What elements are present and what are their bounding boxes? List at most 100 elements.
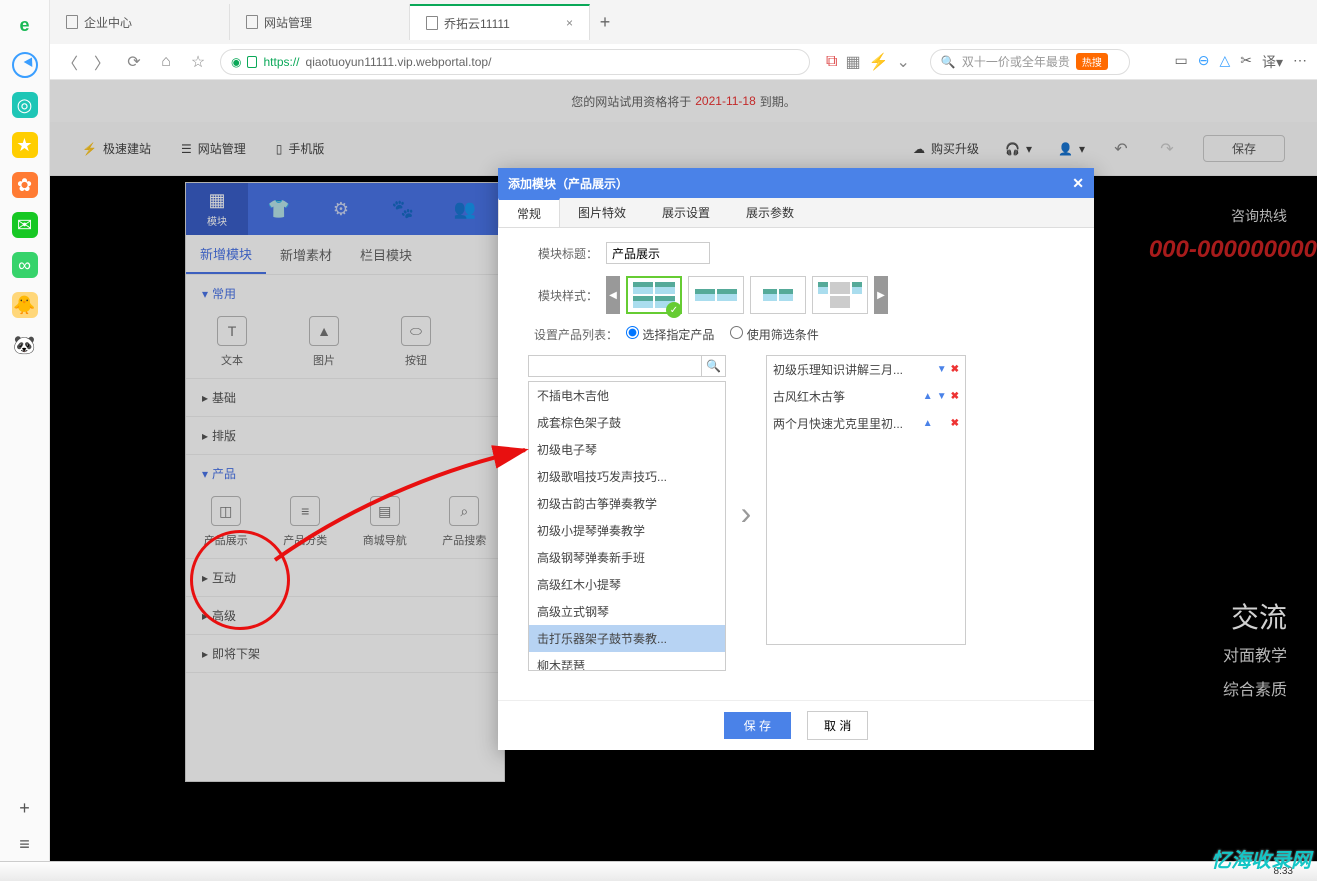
sidebar-add-icon[interactable]: +	[12, 795, 38, 821]
favorite-button[interactable]: ☆	[188, 52, 208, 72]
list-item[interactable]: 不插电木吉他	[529, 382, 725, 409]
sidebar-app-icon-4[interactable]: 🐼	[12, 332, 38, 358]
address-bar-row: 〈 〉 ⟳ ⌂ ☆ ◉ https:// qiaotuoyun11111.vip.…	[50, 44, 1317, 80]
product-search-button[interactable]: 🔍	[701, 356, 725, 376]
bolt-icon[interactable]: ⚡	[869, 52, 889, 72]
dialog-cancel-button[interactable]: 取 消	[807, 711, 868, 740]
mover-column: ›	[726, 355, 766, 671]
dialog-body: 模块标题： 模块样式： ◀ ✓ ▶ 设置产品列表： 选择指定产品 使用筛选条件	[498, 228, 1094, 700]
toolbar-icons: ▭ ⊖ △ ✂ 译▾ ⋯	[1174, 52, 1307, 72]
list-item[interactable]: 初级电子琴	[529, 436, 725, 463]
list-item[interactable]: 高级立式钢琴	[529, 598, 725, 625]
tab-label: 乔拓云11111	[444, 15, 510, 32]
lock-icon	[247, 56, 257, 68]
scissors-icon[interactable]: ✂	[1240, 52, 1252, 72]
dropdown-icon[interactable]: ⌄	[896, 52, 909, 72]
dialog-title: 添加模块（产品展示）	[508, 175, 628, 192]
reload-button[interactable]: ⟳	[124, 52, 144, 72]
move-right-button[interactable]: ›	[741, 495, 752, 532]
address-input[interactable]: ◉ https:// qiaotuoyun11111.vip.webportal.…	[220, 49, 810, 75]
list-item[interactable]: 初级小提琴弹奏教学	[529, 517, 725, 544]
list-item[interactable]: 高级红木小提琴	[529, 571, 725, 598]
sidebar-app-icon-1[interactable]: ◎	[12, 92, 38, 118]
doc-icon	[426, 16, 438, 30]
book-icon[interactable]: ▭	[1174, 52, 1187, 72]
qr-icon[interactable]: ▦	[845, 52, 860, 72]
star-icon[interactable]: ★	[12, 132, 38, 158]
move-down-icon[interactable]: ▼	[937, 391, 947, 402]
label-module-style: 模块样式：	[528, 287, 598, 304]
doc-icon	[246, 15, 258, 29]
dialog-header: 添加模块（产品展示） ✕	[498, 168, 1094, 198]
url-path: qiaotuoyun11111.vip.webportal.top/	[306, 55, 492, 69]
hot-badge: 热搜	[1076, 53, 1108, 70]
available-products-list[interactable]: 不插电木吉他成套棕色架子鼓初级电子琴初级歌唱技巧发声技巧...初级古韵古筝弹奏教…	[528, 381, 726, 671]
more-icon[interactable]: ⋯	[1293, 52, 1307, 72]
list-item[interactable]: 初级乐理知识讲解三月... ▼ ✖	[767, 356, 965, 383]
dialog-tab-effects[interactable]: 图片特效	[560, 198, 644, 227]
sidebar-app-icon-3[interactable]: 🐥	[12, 292, 38, 318]
style-option-4[interactable]	[812, 276, 868, 314]
style-option-1[interactable]: ✓	[626, 276, 682, 314]
list-item[interactable]: 高级钢琴弹奏新手班	[529, 544, 725, 571]
translate-icon[interactable]: 译▾	[1262, 52, 1283, 72]
browser-tab-3[interactable]: 乔拓云11111 ×	[410, 4, 590, 40]
watermark: 忆海收录网	[1211, 844, 1311, 873]
radio-filter[interactable]: 使用筛选条件	[730, 326, 818, 343]
list-item[interactable]: 初级古韵古筝弹奏教学	[529, 490, 725, 517]
compass-icon[interactable]	[12, 52, 38, 78]
dialog-close-button[interactable]: ✕	[1072, 175, 1084, 192]
sidebar-app-icon-2[interactable]: ∞	[12, 252, 38, 278]
remove-icon[interactable]: ✖	[951, 418, 959, 429]
list-item[interactable]: 成套棕色架子鼓	[529, 409, 725, 436]
list-item[interactable]: 柳木琵琶	[529, 652, 725, 671]
add-module-dialog: 添加模块（产品展示） ✕ 常规 图片特效 展示设置 展示参数 模块标题： 模块样…	[498, 168, 1094, 750]
style-next-button[interactable]: ▶	[874, 276, 888, 314]
input-module-title[interactable]	[606, 242, 710, 264]
search-placeholder: 双十一价或全年最贵	[962, 53, 1070, 70]
back-button[interactable]: 〈	[60, 52, 80, 72]
extension-icon-1[interactable]: ⧉	[826, 53, 837, 71]
dialog-tab-general[interactable]: 常规	[498, 198, 560, 227]
label-set-list: 设置产品列表：	[528, 326, 618, 343]
radio-label: 使用筛选条件	[747, 328, 819, 342]
style-prev-button[interactable]: ◀	[606, 276, 620, 314]
item-label: 两个月快速尤克里里初...	[773, 415, 903, 432]
product-search: 🔍	[528, 355, 726, 377]
shield-icon: ◉	[231, 55, 241, 69]
forward-button[interactable]: 〉	[92, 52, 112, 72]
list-item[interactable]: 两个月快速尤克里里初... ▲ ✖	[767, 410, 965, 437]
mail-icon[interactable]: ✉	[12, 212, 38, 238]
remove-icon[interactable]: ✖	[951, 391, 959, 402]
item-label: 初级乐理知识讲解三月...	[773, 361, 903, 378]
style-option-2[interactable]	[688, 276, 744, 314]
browser-tab-2[interactable]: 网站管理	[230, 4, 410, 40]
sidebar-menu-icon[interactable]: ≡	[12, 831, 38, 857]
move-up-icon[interactable]: ▲	[923, 418, 933, 429]
weibo-icon[interactable]: ✿	[12, 172, 38, 198]
style-option-3[interactable]	[750, 276, 806, 314]
dialog-tab-display[interactable]: 展示设置	[644, 198, 728, 227]
move-down-icon[interactable]: ▼	[937, 364, 947, 375]
dialog-save-button[interactable]: 保 存	[724, 712, 791, 739]
dialog-tab-params[interactable]: 展示参数	[728, 198, 812, 227]
tab-label: 企业中心	[84, 14, 132, 31]
circle-minus-icon[interactable]: ⊖	[1198, 52, 1210, 72]
remove-icon[interactable]: ✖	[951, 364, 959, 375]
home-button[interactable]: ⌂	[156, 52, 176, 72]
browser-search-input[interactable]: 🔍 双十一价或全年最贵 热搜	[930, 49, 1130, 75]
radio-label: 选择指定产品	[642, 328, 714, 342]
list-item[interactable]: 初级歌唱技巧发声技巧...	[529, 463, 725, 490]
browser-tab-1[interactable]: 企业中心	[50, 4, 230, 40]
triangle-icon[interactable]: △	[1219, 52, 1230, 72]
move-up-icon[interactable]: ▲	[923, 391, 933, 402]
tab-label: 网站管理	[264, 14, 312, 31]
tab-close-icon[interactable]: ×	[566, 16, 573, 30]
list-item[interactable]: 击打乐器架子鼓节奏教...	[529, 625, 725, 652]
new-tab-button[interactable]: +	[590, 12, 620, 33]
url-protocol: https://	[263, 55, 299, 69]
radio-select-products[interactable]: 选择指定产品	[626, 326, 714, 343]
product-search-input[interactable]	[529, 356, 701, 376]
list-item[interactable]: 古风红木古筝▲▼✖	[767, 383, 965, 410]
selected-products-list[interactable]: 初级乐理知识讲解三月...▼✖古风红木古筝▲▼✖两个月快速尤克里里初...▲✖	[766, 355, 966, 645]
